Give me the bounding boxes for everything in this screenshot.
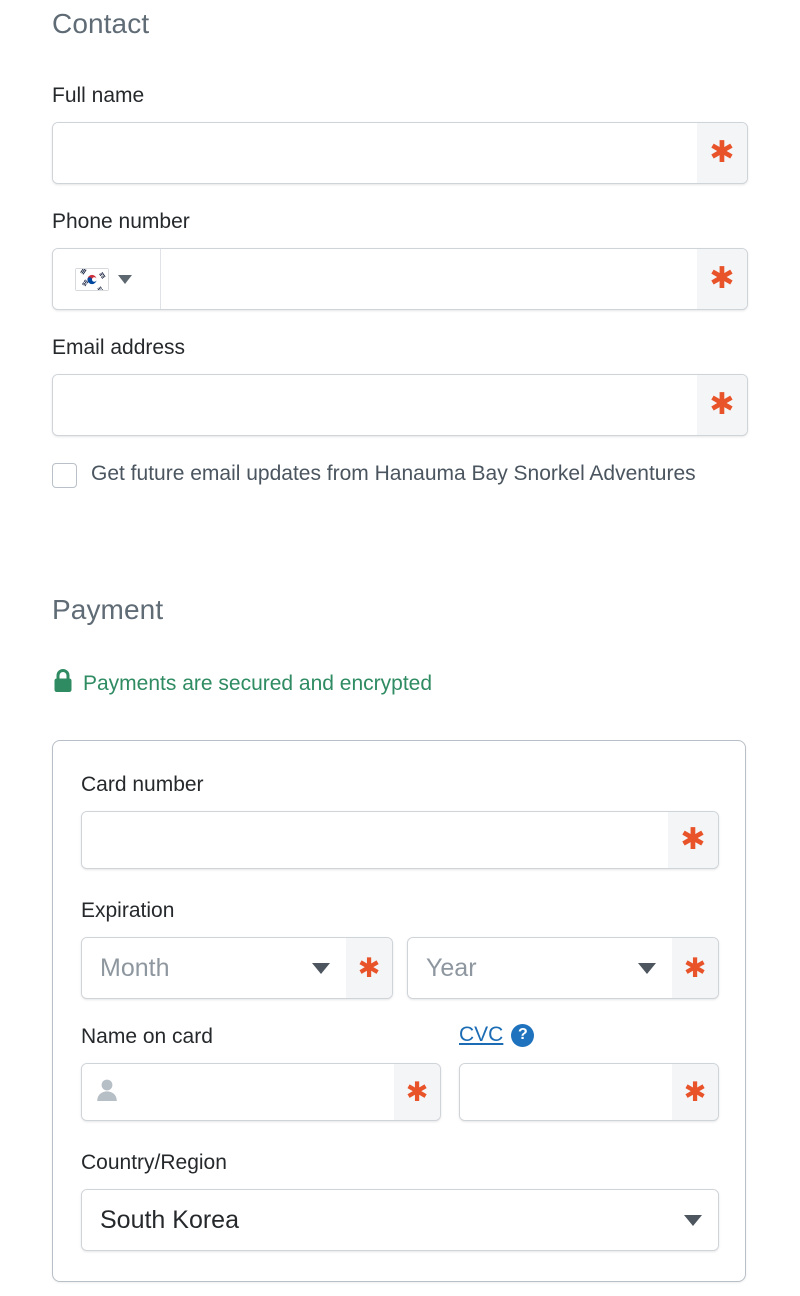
expiration-year-area[interactable]: Year [408,938,672,998]
phone-label: Phone number [52,210,190,233]
expiration-month-required-icon: ✱ [346,938,392,998]
phone-field[interactable]: ✱ [52,248,748,310]
name-on-card-label-wrap: Name on card [81,1025,213,1048]
phone-input[interactable] [161,249,697,309]
expiration-label: Expiration [81,899,175,922]
expiration-month-select[interactable]: Month ✱ [81,937,393,999]
expiration-year-select[interactable]: Year ✱ [407,937,719,999]
cvc-help-icon[interactable]: ? [511,1023,535,1047]
cvc-field[interactable]: ✱ [459,1063,719,1121]
phone-country-selector[interactable] [53,249,161,309]
contact-section-title: Contact [52,8,149,40]
payment-card-container: Card number ✱ Expiration Month ✱ Year ✱ [52,740,746,1282]
payment-section-title: Payment [52,594,163,626]
lock-icon [52,668,74,699]
name-on-card-input[interactable] [82,1064,394,1120]
country-label-wrap: Country/Region [81,1151,227,1174]
cvc-required-icon: ✱ [672,1064,718,1120]
full-name-required-icon: ✱ [697,123,747,183]
cvc-input[interactable] [460,1064,672,1120]
expiration-month-chevron-down-icon [312,962,330,974]
country-select[interactable]: South Korea [81,1189,719,1251]
checkout-form-page: Contact Full name ✱ Phone number ✱ Email… [0,0,800,1296]
card-number-label: Card number [81,773,204,796]
name-on-card-field[interactable]: ✱ [81,1063,441,1121]
phone-country-chevron-down-icon [118,274,132,284]
marketing-optin-label[interactable]: Get future email updates from Hanauma Ba… [91,458,696,490]
marketing-optin-checkbox[interactable] [52,463,77,488]
email-field[interactable]: ✱ [52,374,748,436]
email-label-wrap: Email address [52,336,185,359]
country-value: South Korea [100,1205,239,1234]
email-input[interactable] [53,375,697,435]
cvc-link[interactable]: CVC [459,1023,503,1047]
full-name-label: Full name [52,84,145,107]
name-on-card-required-icon: ✱ [394,1064,440,1120]
cvc-label-wrap[interactable]: CVC ? [459,1023,535,1047]
card-number-required-icon: ✱ [668,812,718,868]
south-korea-flag-icon [75,267,109,293]
country-chevron-down-icon [684,1214,702,1226]
expiration-year-value: Year [426,953,477,982]
phone-label-wrap: Phone number [52,210,190,233]
card-number-field[interactable]: ✱ [81,811,719,869]
expiration-label-wrap: Expiration [81,899,174,922]
secure-payment-text: Payments are secured and encrypted [83,671,433,695]
person-icon [94,1077,120,1108]
expiration-month-value: Month [100,953,170,982]
expiration-month-area[interactable]: Month [82,938,346,998]
country-label: Country/Region [81,1151,227,1174]
full-name-label-wrap: Full name [52,84,144,107]
country-select-area[interactable]: South Korea [82,1190,718,1250]
card-number-input[interactable] [82,812,668,868]
full-name-input[interactable] [53,123,697,183]
contact-heading: Contact [52,8,150,39]
expiration-year-chevron-down-icon [638,962,656,974]
email-label: Email address [52,336,186,359]
phone-required-icon: ✱ [697,249,747,309]
marketing-optin-row[interactable]: Get future email updates from Hanauma Ba… [52,458,752,490]
secure-payment-note: Payments are secured and encrypted [52,668,432,699]
payment-heading: Payment [52,594,164,625]
email-required-icon: ✱ [697,375,747,435]
expiration-year-required-icon: ✱ [672,938,718,998]
full-name-field[interactable]: ✱ [52,122,748,184]
card-number-label-wrap: Card number [81,773,204,796]
name-on-card-label: Name on card [81,1025,213,1048]
